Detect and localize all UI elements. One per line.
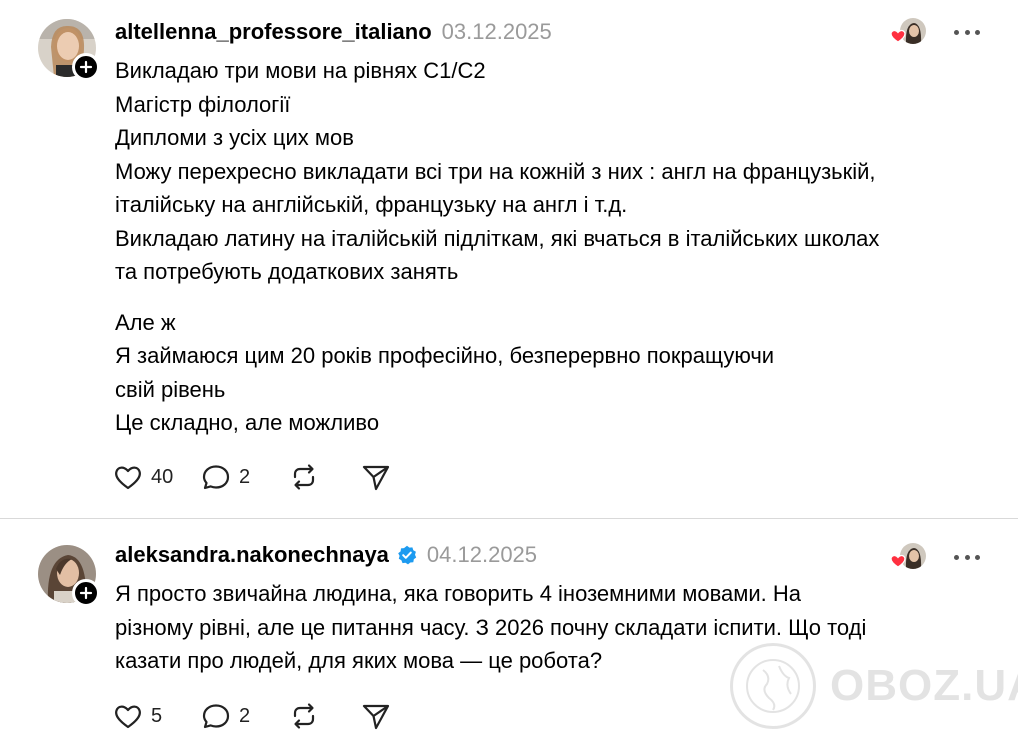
heart-outline-icon (115, 466, 141, 490)
heart-filled-icon (890, 28, 906, 44)
more-dot (954, 554, 959, 560)
reply-button[interactable]: 2 (201, 702, 289, 730)
liked-by-indicator[interactable] (890, 543, 928, 571)
heart-outline-icon (115, 705, 141, 729)
post-line: італійську на англійській, французьку на… (115, 192, 628, 217)
heart-filled-icon (890, 553, 906, 569)
reply-count: 2 (239, 704, 251, 727)
author-username[interactable]: altellenna_professore_italiano (115, 19, 432, 45)
paper-plane-icon (362, 465, 390, 491)
more-dot (975, 29, 980, 35)
post-line: Викладаю три мови на рівнях С1/С2 (115, 58, 486, 83)
speech-bubble-icon (202, 704, 230, 729)
more-dot (964, 554, 970, 560)
post-line: Викладаю латину на італійській підліткам… (115, 225, 880, 251)
post-header: altellenna_professore_italiano 03.12.202… (115, 18, 552, 46)
speech-bubble-icon (202, 465, 230, 490)
share-button[interactable] (361, 702, 391, 730)
post-line: казати про людей, для яких мова — це роб… (115, 648, 603, 673)
repost-arrows-icon (293, 703, 315, 729)
like-button[interactable]: 5 (113, 702, 201, 730)
more-dot (975, 554, 980, 560)
repost-button[interactable] (289, 702, 361, 730)
post-actions: 40 2 (113, 462, 391, 492)
post-line: різному рівні, але це питання часу. З 20… (115, 614, 867, 640)
reply-button[interactable]: 2 (201, 463, 289, 491)
paper-plane-icon (362, 704, 390, 730)
post-line: свій рівень (115, 376, 226, 402)
globe-logo-icon (730, 643, 816, 729)
post-line: Але ж (115, 309, 176, 335)
follow-plus-icon[interactable] (72, 579, 100, 607)
more-options-button[interactable] (954, 22, 980, 42)
post-paragraph: Але ж Я займаюся цим 20 років професійно… (115, 306, 995, 440)
author-avatar-container[interactable] (38, 19, 100, 81)
post-line: Це складно, але можливо (115, 410, 380, 435)
post-actions: 5 2 (113, 701, 391, 731)
like-count: 40 (151, 465, 174, 488)
repost-arrows-icon (293, 464, 315, 490)
reply-count: 2 (239, 465, 251, 488)
post-header: aleksandra.nakonechnaya 04.12.2025 (115, 541, 537, 569)
post-line: Дипломи з усіх цих мов (115, 125, 354, 150)
more-dot (954, 29, 959, 35)
post-line: Я займаюся цим 20 років професійно, безп… (115, 343, 775, 368)
follow-plus-icon[interactable] (72, 53, 100, 81)
post-line: Магістр філології (115, 91, 291, 117)
thread-post: altellenna_professore_italiano 03.12.202… (0, 0, 1018, 518)
author-username[interactable]: aleksandra.nakonechnaya (115, 542, 389, 568)
liked-by-indicator[interactable] (890, 18, 928, 46)
watermark-text: OBOZ.UA (830, 661, 1018, 710)
like-count: 5 (151, 704, 163, 727)
author-avatar-container[interactable] (38, 545, 100, 607)
post-line: Можу перехресно викладати всі три на кож… (115, 158, 876, 184)
share-button[interactable] (361, 463, 391, 491)
post-date[interactable]: 04.12.2025 (427, 542, 537, 568)
post-paragraph: Викладаю три мови на рівнях С1/С2 Магіст… (115, 54, 995, 289)
like-button[interactable]: 40 (113, 463, 201, 491)
more-dot (964, 29, 970, 35)
post-body: Викладаю три мови на рівнях С1/С2 Магіст… (115, 54, 995, 440)
post-date[interactable]: 03.12.2025 (442, 19, 552, 45)
watermark: OBOZ.UA (730, 640, 1018, 732)
repost-button[interactable] (289, 463, 361, 491)
post-line: та потребують додаткових занять (115, 259, 459, 284)
more-options-button[interactable] (954, 547, 980, 567)
verified-badge-icon (397, 545, 417, 565)
post-line: Я просто звичайна людина, яка говорить 4… (115, 581, 802, 606)
